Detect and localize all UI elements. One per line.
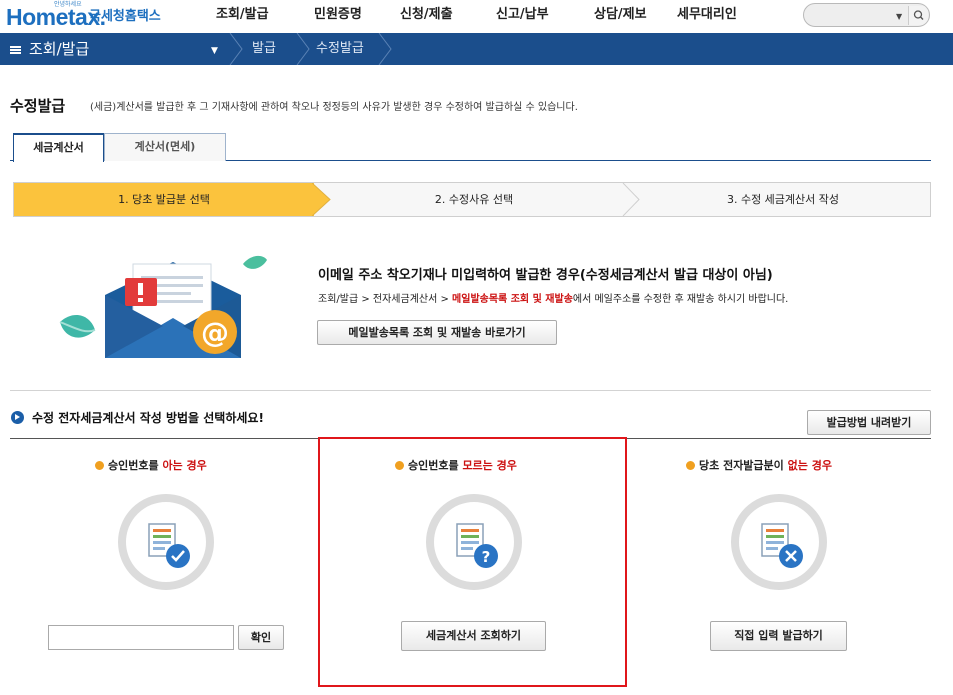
notice-title: 이메일 주소 착오기재나 미입력하여 발급한 경우(수정세금계산서 발급 대상이… [318,268,773,283]
search-box[interactable]: ▼ [803,3,930,27]
bullet-icon [95,461,104,470]
approval-number-input[interactable] [48,625,234,650]
breadcrumb-separator [378,33,392,65]
search-icon [913,10,924,20]
email-envelope-illustration: @ [59,255,267,358]
tax-invoice-lookup-button[interactable]: 세금계산서 조회하기 [401,621,546,651]
svg-text:?: ? [482,548,491,566]
direct-input-issue-button[interactable]: 직접 입력 발급하기 [710,621,847,651]
download-guide-button[interactable]: 발급방법 내려받기 [807,410,931,435]
step-1: 1. 당초 발급분 선택 [118,193,210,206]
breadcrumb-modified-issue[interactable]: 수정발급 [316,33,364,65]
tab-invoice-exempt[interactable]: 계산서(면세) [104,133,226,161]
step-2: 2. 수정사유 선택 [434,193,514,206]
mail-resend-shortcut-button[interactable]: 메일발송목록 조회 및 재발송 바로가기 [317,320,557,345]
nav-report-pay[interactable]: 신고/납부 [496,6,549,24]
nav-consult[interactable]: 상담/제보 [594,6,647,24]
logo-subtitle: 국세청홈택스 [89,9,161,24]
option-unknown-title: 승인번호를 모르는 경우 [395,457,517,473]
top-header: 안녕하세요 Hometax. 국세청홈택스 조회/발급 민원증명 신청/제출 신… [0,0,953,33]
notice-path: 조회/발급 > 전자세금계산서 > [318,294,453,305]
hamburger-icon [10,46,21,54]
document-x-icon [731,494,827,590]
chevron-down-icon[interactable]: ▼ [896,12,902,21]
step-progress: 1. 당초 발급분 선택 2. 수정사유 선택 3. 수정 세금계산서 작성 [13,182,931,217]
section-divider [10,390,931,391]
breadcrumb-separator [296,33,310,65]
search-button[interactable] [908,6,928,25]
nav-tax-agent[interactable]: 세무대리인 [677,6,737,24]
caret-down-icon: ▼ [211,46,218,56]
step-3: 3. 수정 세금계산서 작성 [726,193,840,206]
option-known-highlight: 아는 경우 [162,459,207,472]
tab-tax-invoice[interactable]: 세금계산서 [13,133,104,162]
menu-label: 조회/발급 [29,40,90,58]
nav-inquiry-issue[interactable]: 조회/발급 [216,6,269,24]
menu-dropdown[interactable]: 조회/발급 ▼ [10,33,235,65]
option-unknown-prefix: 승인번호를 [408,459,463,472]
option-known-prefix: 승인번호를 [108,459,163,472]
nav-certificates[interactable]: 민원증명 [314,6,362,24]
option-unknown-highlight: 모르는 경우 [462,459,517,472]
method-section-title: 수정 전자세금계산서 작성 방법을 선택하세요! [32,411,264,425]
bullet-icon [686,461,695,470]
nav-apply-submit[interactable]: 신청/제출 [400,6,453,24]
hometax-logo[interactable]: 안녕하세요 Hometax. 국세청홈택스 [6,1,176,32]
option-known-title: 승인번호를 아는 경우 [95,457,207,473]
page-title: 수정발급 [10,97,66,115]
confirm-button[interactable]: 확인 [238,625,284,650]
option-none-highlight: 없는 경우 [787,459,832,472]
notice-suffix: 에서 메일주소를 수정한 후 재발송 하시기 바랍니다. [572,294,789,305]
svg-text:@: @ [201,316,229,349]
option-none-prefix: 당초 전자발급분이 [699,459,788,472]
arrow-circle-icon [11,411,24,424]
breadcrumb-issue[interactable]: 발급 [252,33,276,65]
notice-highlight: 메일발송목록 조회 및 재발송 [452,294,573,305]
page-description: (세금)계산서를 발급한 후 그 기재사항에 관하여 착오나 정정등의 사유가 … [90,102,578,113]
bullet-icon [395,461,404,470]
location-bar: 조회/발급 ▼ 발급 수정발급 [0,33,953,65]
document-check-icon [118,494,214,590]
notice-body: 조회/발급 > 전자세금계산서 > 메일발송목록 조회 및 재발송에서 메일주소… [318,290,788,305]
document-question-icon: ? [426,494,522,590]
option-none-title: 당초 전자발급분이 없는 경우 [686,457,832,473]
breadcrumb-separator [229,33,243,65]
